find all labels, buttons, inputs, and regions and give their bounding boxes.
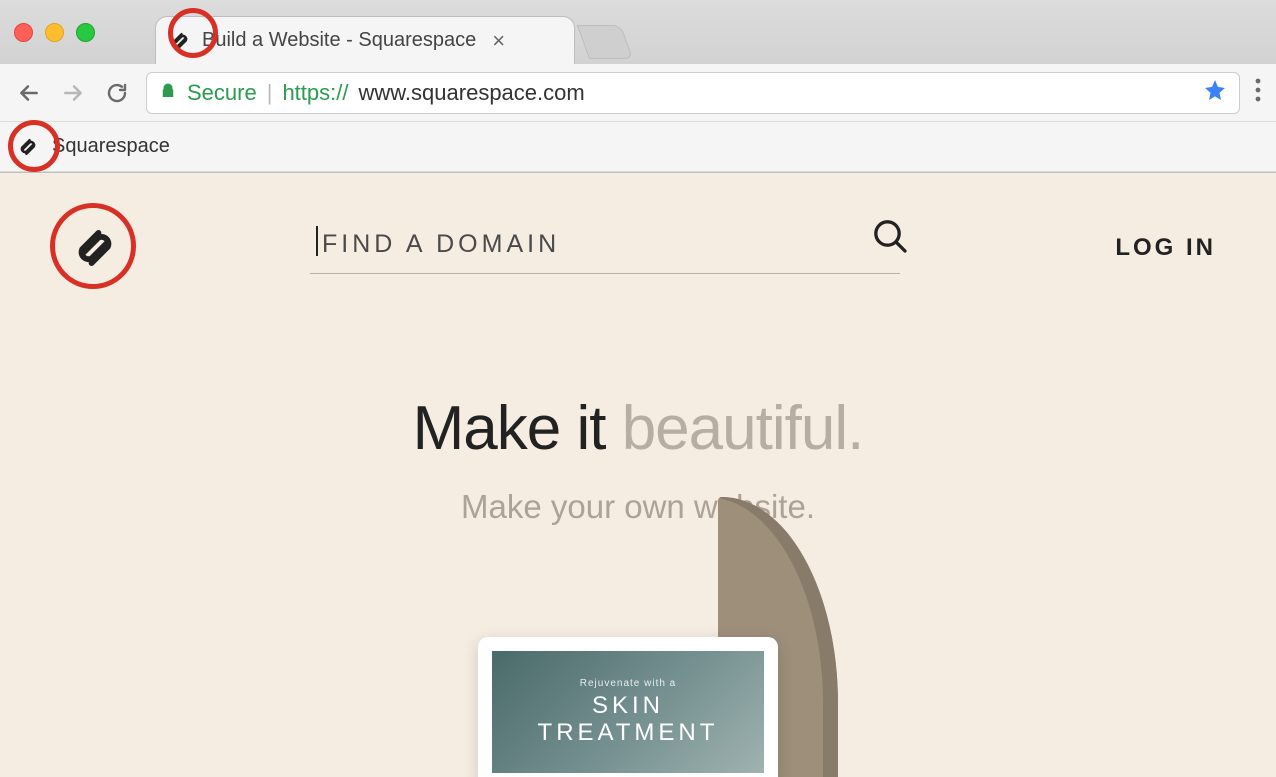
card-kicker: Rejuvenate with a [580, 678, 677, 689]
tab-title: Build a Website - Squarespace [202, 29, 476, 52]
hero: Make it beautiful. Make your own website… [0, 393, 1276, 526]
template-card-inner: Rejuvenate with a SKIN TREATMENT [492, 651, 764, 773]
forward-button[interactable] [58, 78, 88, 108]
lock-icon [159, 80, 177, 106]
bookmark-star-icon[interactable] [1203, 78, 1227, 108]
secure-label: Secure [187, 80, 257, 106]
squarespace-favicon-icon [166, 27, 194, 55]
window-controls [14, 23, 95, 42]
squarespace-logo-icon[interactable] [60, 213, 130, 283]
browser-tab[interactable]: Build a Website - Squarespace × [155, 16, 575, 64]
browser-toolbar: Secure | https:// www.squarespace.com [0, 64, 1276, 122]
close-window-button[interactable] [14, 23, 33, 42]
url-host: www.squarespace.com [358, 80, 584, 106]
login-link[interactable]: LOG IN [1115, 234, 1216, 262]
url-protocol: https:// [282, 80, 348, 106]
address-bar[interactable]: Secure | https:// www.squarespace.com [146, 72, 1240, 114]
reload-button[interactable] [102, 78, 132, 108]
bookmarks-bar: Squarespace [0, 122, 1276, 172]
minimize-window-button[interactable] [45, 23, 64, 42]
page-content: LOG IN Make it beautiful. Make your own … [0, 173, 1276, 777]
hero-prefix: Make it [413, 394, 622, 463]
back-button[interactable] [14, 78, 44, 108]
browser-chrome: Build a Website - Squarespace × Secure |… [0, 0, 1276, 173]
site-header: LOG IN [0, 173, 1276, 283]
browser-menu-button[interactable] [1254, 77, 1262, 108]
tab-strip: Build a Website - Squarespace × [0, 0, 1276, 64]
close-tab-button[interactable]: × [492, 28, 505, 54]
template-card: Rejuvenate with a SKIN TREATMENT [478, 637, 778, 777]
hero-headline: Make it beautiful. [0, 393, 1276, 464]
card-title: SKIN TREATMENT [538, 693, 719, 746]
squarespace-favicon-icon [14, 133, 42, 161]
domain-search-input[interactable] [310, 222, 900, 274]
hero-illustration: Rejuvenate with a SKIN TREATMENT [378, 557, 898, 777]
url-separator: | [267, 80, 273, 106]
new-tab-button[interactable] [577, 25, 633, 59]
domain-search [310, 222, 900, 274]
hero-subhead: Make your own website. [0, 488, 1276, 526]
maximize-window-button[interactable] [76, 23, 95, 42]
bookmark-item[interactable]: Squarespace [52, 135, 170, 158]
input-caret [316, 226, 318, 256]
search-icon[interactable] [870, 216, 910, 261]
hero-emphasis: beautiful. [622, 394, 864, 463]
